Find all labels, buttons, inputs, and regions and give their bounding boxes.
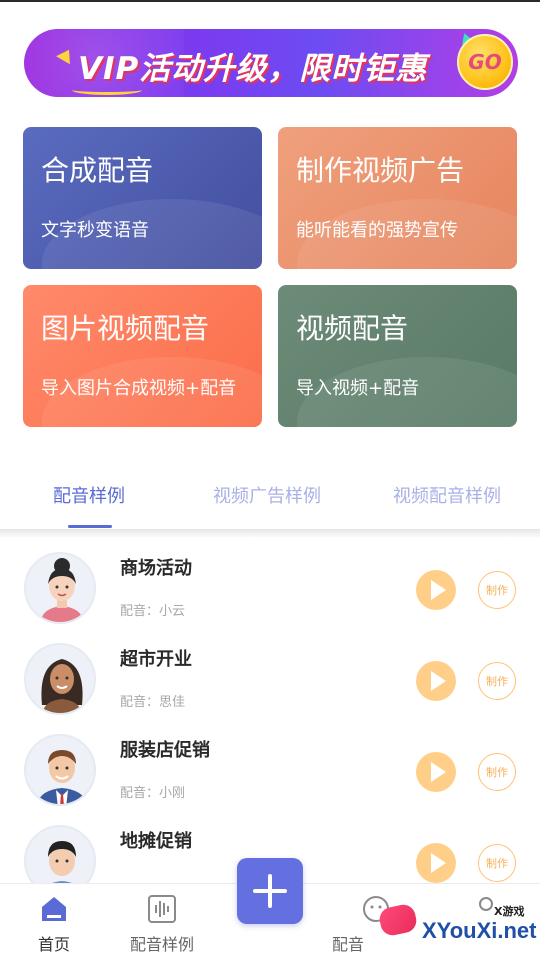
tab-video-ad-samples[interactable]: 视频广告样例 [213, 482, 321, 508]
play-icon[interactable] [416, 661, 456, 701]
home-icon [42, 897, 66, 921]
make-button[interactable]: 制作 [478, 753, 516, 791]
card-subtitle: 能听能看的强势宣传 [296, 220, 458, 241]
card-title: 视频配音 [296, 312, 409, 345]
nav-home[interactable]: 首页 [4, 884, 104, 960]
voice-name: 配音：思佳 [120, 695, 186, 710]
section-divider [0, 529, 540, 537]
sample-title: 地摊促销 [120, 831, 192, 852]
voice-name: 配音：小云 [120, 604, 186, 619]
site-watermark: X游戏 XYouXi.net [372, 900, 540, 960]
card-synthesize-dubbing[interactable]: 合成配音 文字秒变语音 [23, 127, 262, 269]
watermark-tag: X游戏 [494, 905, 525, 918]
card-subtitle: 文字秒变语音 [41, 220, 149, 241]
play-icon[interactable] [416, 570, 456, 610]
man-suit-avatar [24, 734, 96, 806]
sample-title: 服装店促销 [120, 740, 210, 761]
card-video-dubbing[interactable]: 视频配音 导入视频+配音 [278, 285, 517, 427]
make-button[interactable]: 制作 [478, 662, 516, 700]
go-button[interactable]: GO [457, 34, 513, 90]
card-subtitle: 导入图片合成视频+配音 [41, 378, 237, 399]
status-line [0, 0, 540, 2]
watermark-site: XYouXi.net [422, 918, 537, 943]
nav-label: 首页 [37, 935, 70, 954]
list-item[interactable]: 商场活动 配音：小云 制作 [0, 548, 540, 639]
list-item[interactable]: 服装店促销 配音：小刚 制作 [0, 730, 540, 821]
card-subtitle: 导入视频+配音 [296, 378, 420, 399]
sample-title: 超市开业 [120, 649, 192, 670]
card-title: 制作视频广告 [296, 154, 465, 187]
card-image-video-dubbing[interactable]: 图片视频配音 导入图片合成视频+配音 [23, 285, 262, 427]
list-item[interactable]: 超市开业 配音：思佳 制作 [0, 639, 540, 730]
tab-video-dubbing-samples[interactable]: 视频配音样例 [393, 482, 501, 508]
nav-label: 配音样例 [129, 935, 194, 954]
waveform-icon [148, 895, 176, 923]
sample-title: 商场活动 [120, 558, 192, 579]
make-button[interactable]: 制作 [478, 571, 516, 609]
woman-bun-avatar [24, 552, 96, 624]
add-button[interactable] [237, 858, 303, 924]
confetti-decoration [56, 45, 76, 65]
nav-dubbing-samples[interactable]: 配音样例 [112, 884, 212, 960]
tab-dubbing-samples[interactable]: 配音样例 [53, 482, 125, 508]
card-title: 合成配音 [41, 154, 154, 187]
banner-text: VIP活动升级，限时钜惠 [78, 51, 428, 87]
woman-longhair-avatar [24, 643, 96, 715]
card-video-ad[interactable]: 制作视频广告 能听能看的强势宣传 [278, 127, 517, 269]
play-icon[interactable] [416, 752, 456, 792]
gamepad-icon [377, 902, 419, 938]
make-button[interactable]: 制作 [478, 844, 516, 882]
active-tab-indicator [68, 525, 112, 528]
card-title: 图片视频配音 [41, 312, 210, 345]
vip-promo-banner[interactable]: VIP活动升级，限时钜惠 [24, 29, 518, 97]
sample-tabs: 配音样例 视频广告样例 视频配音样例 [0, 462, 540, 530]
play-icon[interactable] [416, 843, 456, 883]
voice-name: 配音：小刚 [120, 786, 186, 801]
